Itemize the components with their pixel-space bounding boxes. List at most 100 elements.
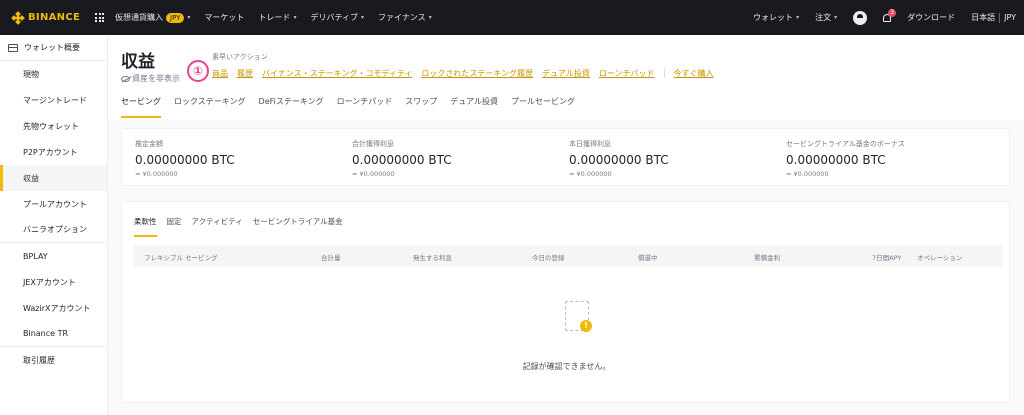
sidebar-item-label: 先物ウォレット [23,121,79,131]
sidebar-item-bplay[interactable]: BPLAY [0,243,107,269]
quick-link-dual-investment[interactable]: デュアル投資 [542,68,590,79]
tab-dual-investment[interactable]: デュアル投資 [450,96,498,118]
sidebar-item-p2p[interactable]: P2Pアカウント [0,139,107,165]
nav-trade[interactable]: トレード ▾ [258,12,296,23]
apps-grid-icon[interactable] [95,13,104,22]
language-currency-selector[interactable]: 日本語 JPY [971,12,1016,23]
sidebar-item-label: BPLAY [23,251,48,261]
wallet-icon [8,43,18,52]
sidebar-item-label: ウォレット概要 [24,43,80,52]
stat-fiat-value: ≈ ¥0.000000 [135,170,178,178]
sidebar-item-label: P2Pアカウント [23,147,78,157]
stat-estimated-value: 推定金額 0.00000000 BTC ≈ ¥0.000000 [135,139,235,178]
stat-label: 本日獲得利息 [569,140,611,148]
hide-assets-toggle[interactable]: 資産を非表示 [121,73,180,84]
chevron-down-icon: ▾ [834,14,838,21]
tab-savings[interactable]: セービング [121,96,161,118]
sidebar-item-wazirx[interactable]: WazirXアカウント [0,295,107,321]
tab-locked-staking[interactable]: ロックステーキング [174,96,246,118]
sidebar-item-label: JEXアカウント [23,277,76,287]
wallet-sidebar: ウォレット概要 現物 マージントレード 先物ウォレット P2Pアカウント 収益 … [0,35,108,415]
topbar-right: ウォレット ▾ 注文 ▾ 3 ダウンロード 日本語 JPY [753,0,1016,35]
quick-link-locked-staking-history[interactable]: ロックされたステーキング履歴 [421,68,533,79]
top-navigation-bar: BINANCE 仮想通貨購入 JPY ▾ マーケット トレード ▾ デリバティブ… [0,0,1024,35]
product-tabs: セービング ロックステーキング DeFiステーキング ローンチパッド スワップ … [121,96,588,118]
nav-derivatives[interactable]: デリバティブ ▾ [310,12,364,23]
sidebar-item-label: 現物 [23,69,39,79]
table-header: フレキシブル セービング 合計量 発生する利息 今日の登録 償還中 累積金利 7… [134,245,1002,267]
logo-text: BINANCE [28,12,81,23]
tab-activity[interactable]: アクティビティ [192,216,243,237]
stat-value: 0.00000000 BTC [135,153,235,167]
stat-total-interest: 合計獲得利息 0.00000000 BTC ≈ ¥0.000000 [352,139,452,178]
tab-fixed[interactable]: 固定 [167,216,182,237]
nav-label: マーケット [204,13,245,22]
sidebar-item-label: Binance TR [23,329,69,338]
savings-type-tabs: 柔軟性 固定 アクティビティ セービングトライアル基金 [134,216,353,237]
nav-label: ファイナンス [378,13,426,22]
quick-link-launchpad[interactable]: ローンチパッド [599,68,655,79]
info-badge: ! [580,320,592,332]
stat-value: 0.00000000 BTC [569,153,669,167]
sidebar-item-vanilla-options[interactable]: バニラオプション [0,217,107,243]
sidebar-item-label: バニラオプション [23,225,87,234]
summary-card: 推定金額 0.00000000 BTC ≈ ¥0.000000 合計獲得利息 0… [121,128,1010,186]
empty-document-icon: ! [565,301,592,332]
tab-pool-savings[interactable]: プールセービング [511,96,575,118]
user-profile-icon[interactable] [853,10,868,25]
nav-markets[interactable]: マーケット [204,12,244,23]
tab-trial-fund[interactable]: セービングトライアル基金 [253,216,343,237]
nav-label: 仮想通貨購入 [115,13,163,22]
page-title: 収益 [121,52,155,72]
nav-label: トレード [258,13,291,22]
sidebar-item-label: 取引履歴 [23,355,55,365]
annotation-marker: ① [187,60,209,82]
tab-defi-staking[interactable]: DeFiステーキング [259,96,324,118]
nav-label: 注文 [815,13,832,22]
quick-link-products[interactable]: 商品 [212,68,228,79]
tab-swap[interactable]: スワップ [405,96,437,118]
stat-fiat-value: ≈ ¥0.000000 [352,170,395,178]
binance-logo[interactable]: BINANCE [11,10,82,25]
sidebar-item-transaction-history[interactable]: 取引履歴 [0,347,107,373]
sidebar-item-binance-tr[interactable]: Binance TR [0,321,107,347]
sidebar-item-wallet-overview[interactable]: ウォレット概要 [0,35,107,61]
tab-flexible[interactable]: 柔軟性 [134,216,157,237]
sidebar-item-futures[interactable]: 先物ウォレット [0,113,107,139]
sidebar-item-label: WazirXアカウント [23,303,91,313]
quick-actions-label: 素早いアクション [212,53,268,61]
tab-launchpad[interactable]: ローンチパッド [337,96,393,118]
quick-link-staking-commodity[interactable]: バイナンス・ステーキング・コモディティ [262,68,412,79]
sidebar-item-margin[interactable]: マージントレード [0,87,107,113]
nav-download[interactable]: ダウンロード [907,12,955,23]
chevron-down-icon: ▾ [293,14,297,21]
notification-count-badge: 3 [888,8,897,17]
divider [999,12,1001,23]
sidebar-item-label: マージントレード [23,95,87,105]
sidebar-item-earn[interactable]: 収益 [0,165,107,191]
nav-buy-crypto[interactable]: 仮想通貨購入 JPY ▾ [115,12,190,23]
stat-trial-fund-bonus: セービングトライアル基金のボーナス 0.00000000 BTC ≈ ¥0.00… [786,139,905,178]
sidebar-item-label: プールアカウント [23,199,87,209]
column-header: 7日間APY [872,254,902,262]
sidebar-item-spot[interactable]: 現物 [0,61,107,87]
buy-now-link[interactable]: 今すぐ購入 [674,68,714,79]
nav-finance[interactable]: ファイナンス ▾ [378,12,432,23]
sidebar-item-pool[interactable]: プールアカウント [0,191,107,217]
column-header: フレキシブル セービング [144,254,218,262]
main-content: 収益 資産を非表示 ① 素早いアクション 商品 履歴 バイナンス・ステーキング・… [108,35,1024,415]
nav-wallet[interactable]: ウォレット ▾ [753,12,799,23]
quick-actions-links: 商品 履歴 バイナンス・ステーキング・コモディティ ロックされたステーキング履歴… [212,68,723,79]
stat-today-interest: 本日獲得利息 0.00000000 BTC ≈ ¥0.000000 [569,139,669,178]
stat-label: セービングトライアル基金のボーナス [786,140,905,148]
currency-badge: JPY [166,12,185,23]
nav-orders[interactable]: 注文 ▾ [815,12,837,23]
column-header: オペレーション [917,254,963,262]
sidebar-item-jex[interactable]: JEXアカウント [0,269,107,295]
notification-bell-icon[interactable]: 3 [881,8,897,24]
page-header: 収益 資産を非表示 ① 素早いアクション 商品 履歴 バイナンス・ステーキング・… [108,35,1024,120]
savings-list-card: 柔軟性 固定 アクティビティ セービングトライアル基金 フレキシブル セービング… [121,201,1010,403]
quick-link-history[interactable]: 履歴 [237,68,253,79]
stat-fiat-value: ≈ ¥0.000000 [569,170,612,178]
stat-value: 0.00000000 BTC [352,153,452,167]
